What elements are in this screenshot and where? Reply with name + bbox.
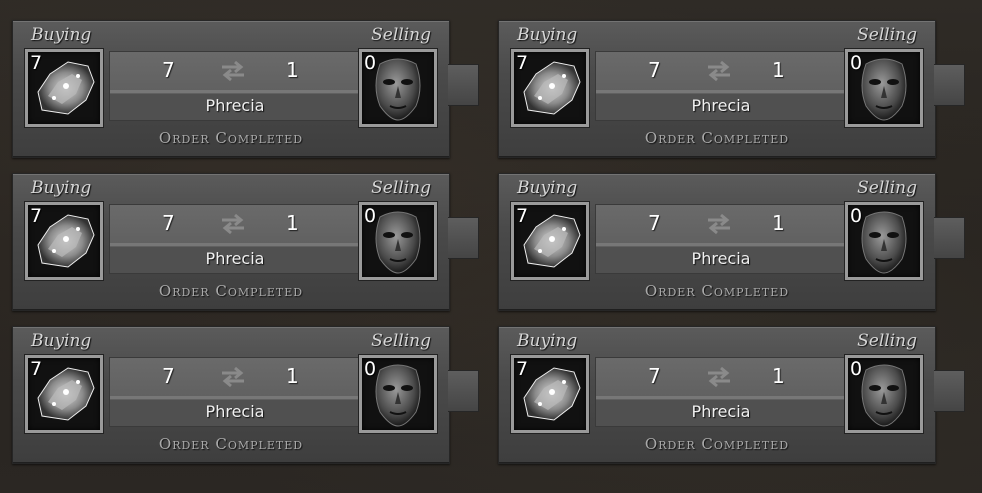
buy-item-slot[interactable]: 7 xyxy=(25,355,103,433)
order-card[interactable]: Buying Selling 7 7 1 Phrecia 0 Order Com… xyxy=(12,20,480,158)
buying-label: Buying xyxy=(31,25,92,45)
order-panel: Buying Selling 7 7 1 Phrecia 0 Order Com… xyxy=(12,326,450,464)
order-card[interactable]: Buying Selling 7 7 1 Phrecia 0 Order Com… xyxy=(498,20,966,158)
buy-item-quantity: 7 xyxy=(516,52,529,74)
exchange-ratio-panel: 7 1 Phrecia xyxy=(595,51,847,121)
order-panel: Buying Selling 7 7 1 Phrecia 0 Order Com… xyxy=(12,173,450,311)
order-status: Order Completed xyxy=(158,129,304,147)
sell-amount: 1 xyxy=(772,211,785,235)
selling-label: Selling xyxy=(857,178,917,198)
league-name: Phrecia xyxy=(596,94,846,120)
buy-amount: 7 xyxy=(162,211,175,235)
order-side-tab[interactable] xyxy=(934,370,965,412)
swap-arrows-icon xyxy=(708,213,730,235)
swap-arrows-icon xyxy=(708,366,730,388)
buy-amount: 7 xyxy=(648,58,661,82)
orders-grid: Buying Selling 7 7 1 Phrecia 0 Order Com… xyxy=(0,0,982,493)
exchange-ratio-panel: 7 1 Phrecia xyxy=(109,51,361,121)
order-status: Order Completed xyxy=(644,282,790,300)
order-status: Order Completed xyxy=(644,129,790,147)
order-status: Order Completed xyxy=(158,282,304,300)
buy-item-quantity: 7 xyxy=(30,358,43,380)
sell-item-slot[interactable]: 0 xyxy=(845,49,923,127)
buying-label: Buying xyxy=(517,331,578,351)
selling-label: Selling xyxy=(857,25,917,45)
order-side-tab[interactable] xyxy=(448,64,479,106)
buy-item-slot[interactable]: 7 xyxy=(25,202,103,280)
sell-item-slot[interactable]: 0 xyxy=(845,202,923,280)
order-card[interactable]: Buying Selling 7 7 1 Phrecia 0 Order Com… xyxy=(498,173,966,311)
buy-item-quantity: 7 xyxy=(516,358,529,380)
exchange-ratio-panel: 7 1 Phrecia xyxy=(595,357,847,427)
buy-amount: 7 xyxy=(162,364,175,388)
sell-item-slot[interactable]: 0 xyxy=(845,355,923,433)
selling-label: Selling xyxy=(371,178,431,198)
order-card[interactable]: Buying Selling 7 7 1 Phrecia 0 Order Com… xyxy=(498,326,966,464)
sell-amount: 1 xyxy=(286,211,299,235)
swap-arrows-icon xyxy=(222,213,244,235)
buy-item-quantity: 7 xyxy=(516,205,529,227)
order-status: Order Completed xyxy=(158,435,304,453)
sell-item-slot[interactable]: 0 xyxy=(359,49,437,127)
swap-arrows-icon xyxy=(222,60,244,82)
buy-item-slot[interactable]: 7 xyxy=(511,355,589,433)
exchange-ratio-panel: 7 1 Phrecia xyxy=(109,357,361,427)
sell-item-quantity: 0 xyxy=(364,205,377,227)
league-name: Phrecia xyxy=(596,400,846,426)
buy-item-quantity: 7 xyxy=(30,205,43,227)
order-panel: Buying Selling 7 7 1 Phrecia 0 Order Com… xyxy=(498,173,936,311)
league-name: Phrecia xyxy=(596,247,846,273)
buying-label: Buying xyxy=(31,331,92,351)
order-panel: Buying Selling 7 7 1 Phrecia 0 Order Com… xyxy=(498,20,936,158)
sell-amount: 1 xyxy=(286,58,299,82)
swap-arrows-icon xyxy=(708,60,730,82)
sell-item-quantity: 0 xyxy=(364,52,377,74)
divider xyxy=(110,90,360,93)
divider xyxy=(110,396,360,399)
buy-item-slot[interactable]: 7 xyxy=(511,49,589,127)
buy-amount: 7 xyxy=(648,364,661,388)
divider xyxy=(596,243,846,246)
swap-arrows-icon xyxy=(222,366,244,388)
sell-item-quantity: 0 xyxy=(850,52,863,74)
sell-item-quantity: 0 xyxy=(850,358,863,380)
sell-item-slot[interactable]: 0 xyxy=(359,355,437,433)
order-side-tab[interactable] xyxy=(934,64,965,106)
order-panel: Buying Selling 7 7 1 Phrecia 0 Order Com… xyxy=(12,20,450,158)
order-card[interactable]: Buying Selling 7 7 1 Phrecia 0 Order Com… xyxy=(12,326,480,464)
league-name: Phrecia xyxy=(110,400,360,426)
league-name: Phrecia xyxy=(110,247,360,273)
buy-item-slot[interactable]: 7 xyxy=(25,49,103,127)
buying-label: Buying xyxy=(517,25,578,45)
divider xyxy=(596,396,846,399)
exchange-ratio-panel: 7 1 Phrecia xyxy=(595,204,847,274)
order-status: Order Completed xyxy=(644,435,790,453)
buying-label: Buying xyxy=(31,178,92,198)
sell-amount: 1 xyxy=(286,364,299,388)
order-panel: Buying Selling 7 7 1 Phrecia 0 Order Com… xyxy=(498,326,936,464)
sell-item-slot[interactable]: 0 xyxy=(359,202,437,280)
selling-label: Selling xyxy=(371,331,431,351)
divider xyxy=(110,243,360,246)
order-side-tab[interactable] xyxy=(934,217,965,259)
buy-item-quantity: 7 xyxy=(30,52,43,74)
league-name: Phrecia xyxy=(110,94,360,120)
sell-amount: 1 xyxy=(772,58,785,82)
selling-label: Selling xyxy=(371,25,431,45)
buying-label: Buying xyxy=(517,178,578,198)
order-side-tab[interactable] xyxy=(448,217,479,259)
exchange-ratio-panel: 7 1 Phrecia xyxy=(109,204,361,274)
sell-item-quantity: 0 xyxy=(850,205,863,227)
buy-amount: 7 xyxy=(162,58,175,82)
divider xyxy=(596,90,846,93)
sell-amount: 1 xyxy=(772,364,785,388)
buy-item-slot[interactable]: 7 xyxy=(511,202,589,280)
order-card[interactable]: Buying Selling 7 7 1 Phrecia 0 Order Com… xyxy=(12,173,480,311)
order-side-tab[interactable] xyxy=(448,370,479,412)
buy-amount: 7 xyxy=(648,211,661,235)
sell-item-quantity: 0 xyxy=(364,358,377,380)
selling-label: Selling xyxy=(857,331,917,351)
